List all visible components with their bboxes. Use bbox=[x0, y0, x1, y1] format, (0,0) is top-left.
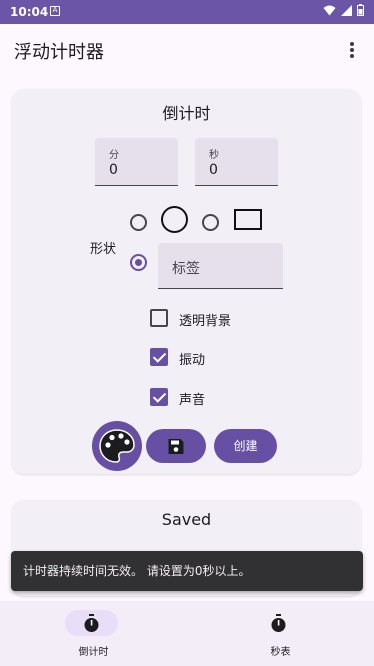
minutes-value: 0 bbox=[109, 162, 118, 178]
wifi-icon bbox=[323, 5, 336, 15]
error-snackbar: 计时器持续时间无效。 请设置为0秒以上。 bbox=[11, 551, 363, 591]
countdown-card-title: 倒计时 bbox=[162, 104, 211, 123]
seconds-field[interactable]: 秒 0 bbox=[195, 138, 278, 186]
minutes-label: 分 bbox=[109, 150, 119, 161]
nav-label-countdown: 倒计时 bbox=[78, 647, 109, 658]
transparent-background-checkbox[interactable] bbox=[150, 309, 168, 327]
minutes-field[interactable]: 分 0 bbox=[95, 138, 178, 186]
vibration-checkbox[interactable] bbox=[150, 348, 168, 366]
save-button[interactable] bbox=[146, 429, 206, 463]
palette-icon bbox=[99, 429, 135, 463]
square-shape-icon bbox=[234, 209, 262, 230]
status-icons bbox=[323, 4, 364, 16]
save-icon bbox=[168, 439, 184, 454]
shape-radio-circle[interactable] bbox=[130, 214, 147, 231]
nav-label-stopwatch: 秒表 bbox=[270, 647, 291, 658]
seconds-value: 0 bbox=[209, 162, 218, 178]
status-time: 10:04 bbox=[10, 5, 49, 19]
app-bar: 浮动计时器 bbox=[0, 24, 374, 76]
more-options-icon[interactable] bbox=[344, 40, 360, 60]
sound-checkbox[interactable] bbox=[150, 388, 168, 406]
bottom-navigation: 倒计时 秒表 bbox=[0, 601, 374, 666]
status-bar: 10:04 A bbox=[0, 0, 374, 24]
circle-shape-icon bbox=[161, 206, 188, 233]
vibration-label: 振动 bbox=[179, 353, 206, 368]
transparent-background-label: 透明背景 bbox=[179, 314, 232, 329]
shape-label: 形状 bbox=[90, 242, 117, 257]
shape-radio-label[interactable] bbox=[130, 254, 147, 271]
timer-icon bbox=[84, 614, 99, 632]
stopwatch-icon bbox=[271, 614, 286, 632]
app-title: 浮动计时器 bbox=[14, 42, 104, 63]
nav-item-stopwatch[interactable]: 秒表 bbox=[187, 601, 374, 666]
seconds-label: 秒 bbox=[209, 150, 219, 161]
color-palette-button[interactable] bbox=[92, 421, 142, 471]
notification-icon: A bbox=[50, 6, 60, 16]
create-button[interactable]: 创建 bbox=[214, 429, 277, 463]
signal-icon bbox=[341, 4, 352, 16]
saved-card-title: Saved bbox=[161, 510, 212, 529]
label-field-placeholder: 标签 bbox=[172, 261, 200, 277]
nav-item-countdown[interactable]: 倒计时 bbox=[0, 601, 187, 666]
sound-label: 声音 bbox=[179, 393, 206, 408]
shape-radio-square[interactable] bbox=[202, 214, 219, 231]
label-field[interactable]: 标签 bbox=[158, 243, 283, 289]
battery-icon bbox=[357, 4, 364, 16]
